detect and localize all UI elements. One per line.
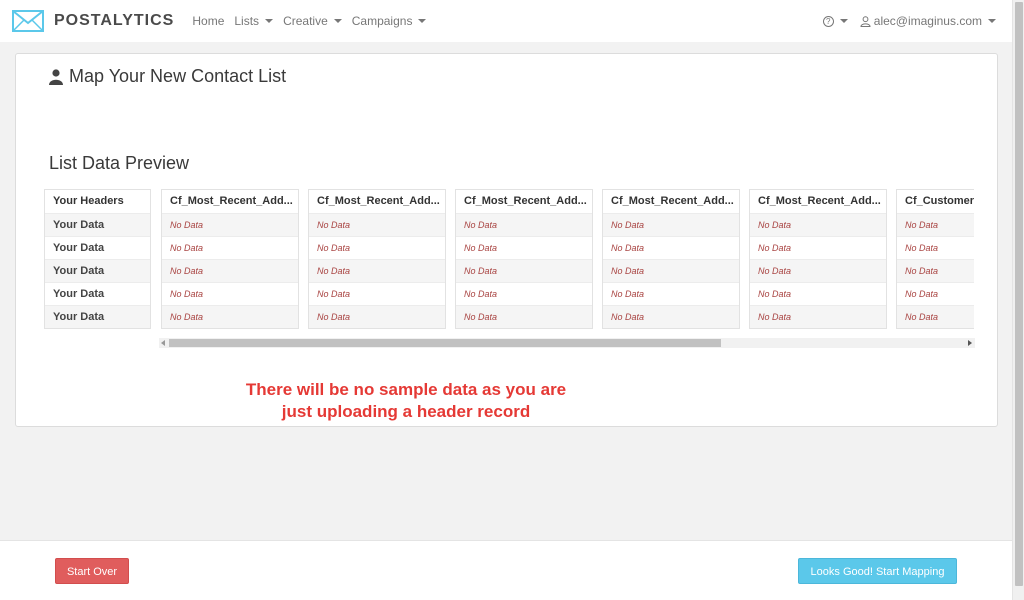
column-header: Cf_Most_Recent_Add... — [170, 195, 293, 207]
caret-down-icon — [418, 19, 427, 23]
scrollbar-thumb[interactable] — [169, 339, 721, 347]
data-cell: No Data — [603, 259, 739, 282]
caret-down-icon — [839, 19, 848, 23]
data-cell: No Data — [603, 305, 739, 328]
column-header: Cf_Most_Recent_Add... — [758, 195, 881, 207]
help-menu[interactable]: ? — [822, 15, 848, 27]
annotation-note: There will be no sample data as you are … — [176, 379, 636, 423]
data-cell: No Data — [162, 213, 298, 236]
data-cell: No Data — [162, 236, 298, 259]
data-column: Cf_Most_Recent_Add... No Data No Data No… — [308, 189, 446, 329]
page-vertical-scrollbar[interactable] — [1012, 0, 1024, 600]
nav-home-label: Home — [192, 14, 225, 28]
data-cell: No Data — [750, 259, 886, 282]
user-outline-icon — [860, 15, 871, 27]
data-cell: No Data — [162, 282, 298, 305]
data-preview-table: Your Headers Your Data Your Data Your Da… — [44, 189, 974, 329]
data-cell: No Data — [603, 282, 739, 305]
page-title-text: Map Your New Contact List — [69, 66, 287, 86]
start-mapping-button[interactable]: Looks Good! Start Mapping — [798, 558, 957, 584]
data-cell: No Data — [750, 213, 886, 236]
scroll-left-arrow-icon[interactable] — [161, 340, 165, 346]
top-navbar: POSTALYTICS Home Lists Creative Campaign… — [0, 0, 1012, 42]
column-header: Cf_Customer_ — [905, 195, 974, 207]
column-header: Cf_Most_Recent_Add... — [464, 195, 587, 207]
data-column: Cf_Customer_ No Data No Data No Data No … — [896, 189, 974, 329]
data-cell: No Data — [456, 236, 592, 259]
nav-campaigns[interactable]: Campaigns — [352, 14, 427, 28]
action-footer: Start Over Looks Good! Start Mapping — [0, 540, 1012, 600]
data-cell: No Data — [309, 305, 445, 328]
scrollbar-thumb[interactable] — [1015, 2, 1023, 586]
scroll-right-arrow-icon[interactable] — [968, 340, 972, 346]
start-over-button[interactable]: Start Over — [55, 558, 129, 584]
column-header: Cf_Most_Recent_Add... — [611, 195, 734, 207]
data-cell: No Data — [456, 282, 592, 305]
caret-down-icon — [988, 19, 996, 23]
column-header: Cf_Most_Recent_Add... — [317, 195, 440, 207]
data-cell: No Data — [603, 213, 739, 236]
data-cell: No Data — [162, 259, 298, 282]
data-cell: No Data — [456, 213, 592, 236]
data-cell: No Data — [897, 236, 974, 259]
data-cell: No Data — [603, 236, 739, 259]
data-cell: No Data — [750, 282, 886, 305]
data-cell: No Data — [897, 305, 974, 328]
map-list-panel: Map Your New Contact List List Data Prev… — [15, 53, 998, 427]
nav-creative-label: Creative — [283, 14, 328, 28]
section-title: List Data Preview — [49, 153, 190, 173]
row-label: Your Data — [45, 282, 150, 305]
brand-name: POSTALYTICS — [54, 12, 175, 29]
row-label: Your Data — [45, 305, 150, 328]
data-cell: No Data — [309, 282, 445, 305]
user-email: alec@imaginus.com — [873, 14, 982, 28]
main-nav: Home Lists Creative Campaigns — [192, 14, 436, 28]
data-column: Cf_Most_Recent_Add... No Data No Data No… — [161, 189, 299, 329]
data-column: Cf_Most_Recent_Add... No Data No Data No… — [749, 189, 887, 329]
user-icon — [49, 68, 63, 85]
caret-down-icon — [265, 19, 274, 23]
data-column: Cf_Most_Recent_Add... No Data No Data No… — [455, 189, 593, 329]
data-cell: No Data — [897, 213, 974, 236]
row-label-header: Your Headers — [53, 195, 124, 207]
nav-right: ? alec@imaginus.com — [822, 0, 996, 42]
row-label: Your Data — [45, 259, 150, 282]
table-horizontal-scrollbar[interactable] — [159, 338, 975, 348]
data-cell: No Data — [309, 213, 445, 236]
question-circle-icon: ? — [822, 15, 834, 27]
nav-lists[interactable]: Lists — [234, 14, 274, 28]
row-labels-column: Your Headers Your Data Your Data Your Da… — [44, 189, 151, 329]
data-cell: No Data — [456, 305, 592, 328]
row-label: Your Data — [45, 213, 150, 236]
user-menu[interactable]: alec@imaginus.com — [860, 14, 996, 28]
data-cell: No Data — [309, 259, 445, 282]
data-cell: No Data — [162, 305, 298, 328]
row-label: Your Data — [45, 236, 150, 259]
data-cell: No Data — [309, 236, 445, 259]
annotation-line-1: There will be no sample data as you are — [245, 380, 567, 399]
data-cell: No Data — [897, 282, 974, 305]
page-title: Map Your New Contact List — [49, 66, 286, 87]
caret-down-icon — [333, 19, 342, 23]
data-cell: No Data — [750, 236, 886, 259]
nav-lists-label: Lists — [234, 14, 260, 28]
data-cell: No Data — [750, 305, 886, 328]
nav-campaigns-label: Campaigns — [351, 14, 413, 28]
nav-home[interactable]: Home — [192, 14, 224, 28]
nav-creative[interactable]: Creative — [283, 14, 342, 28]
envelope-icon — [12, 10, 44, 32]
data-cell: No Data — [897, 259, 974, 282]
annotation-line-2: just uploading a header record — [281, 402, 531, 421]
data-cell: No Data — [456, 259, 592, 282]
brand-logo[interactable]: POSTALYTICS — [12, 10, 174, 32]
data-column: Cf_Most_Recent_Add... No Data No Data No… — [602, 189, 740, 329]
